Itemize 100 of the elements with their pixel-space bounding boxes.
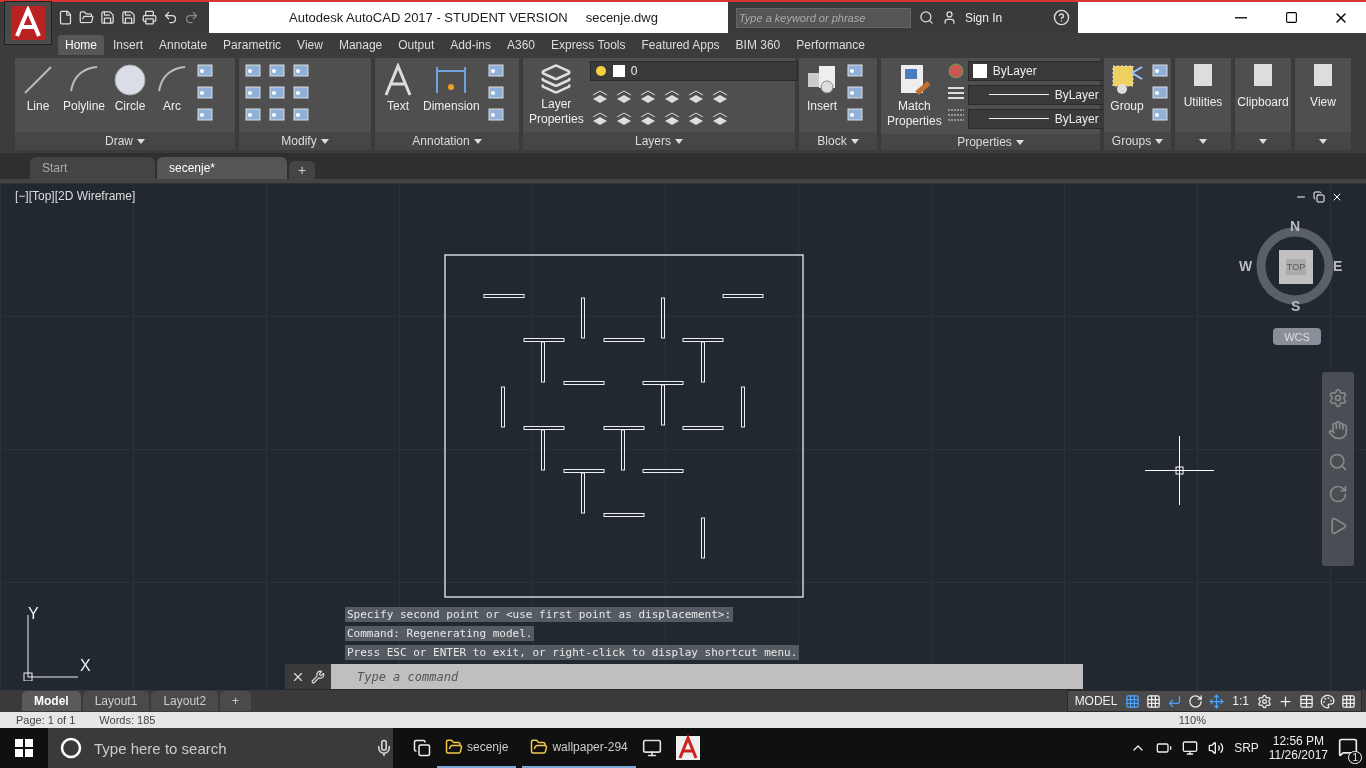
file-tab[interactable]: Start — [30, 157, 155, 179]
viewport-controls-label[interactable]: [−][Top][2D Wireframe] — [15, 189, 136, 203]
search-field[interactable]: Type a keyword or phrase — [735, 7, 911, 28]
ribbon-tab[interactable]: View — [290, 35, 330, 55]
command-input[interactable]: Type a command — [331, 664, 1083, 689]
layout-tab[interactable]: Layout1 — [82, 691, 150, 711]
property-dropdown[interactable]: ByLayer — [967, 109, 1104, 129]
ribbon-tab[interactable]: Parametric — [216, 35, 289, 55]
ribbon-tab[interactable]: Performance — [789, 35, 872, 55]
ribbon-tab[interactable]: Express Tools — [544, 35, 633, 55]
ribbon-tab[interactable]: A360 — [500, 35, 542, 55]
compass-east-label[interactable]: E — [1333, 258, 1343, 274]
ribbon-panel-button[interactable]: View — [1308, 93, 1338, 112]
color-swatch-icon — [612, 65, 625, 77]
layout-tab[interactable]: Layout2 — [151, 691, 219, 711]
close-icon[interactable] — [1331, 191, 1343, 203]
panel-title-button[interactable]: Block — [799, 132, 877, 150]
ribbon-tab[interactable]: Add-ins — [443, 35, 498, 55]
save-as-icon[interactable] — [121, 10, 136, 25]
user-icon[interactable] — [941, 10, 957, 25]
panel-caret-button[interactable] — [1235, 132, 1291, 150]
ribbon-tab[interactable]: Output — [391, 35, 442, 55]
ribbon-tab[interactable]: Annotate — [152, 35, 215, 55]
notification-count: 1 — [1348, 750, 1362, 764]
caret-icon — [320, 138, 329, 144]
ribbon-tool-button[interactable]: Polyline — [61, 61, 108, 116]
palette-icon[interactable] — [1320, 693, 1335, 709]
ribbon-tab[interactable]: Featured Apps — [634, 35, 727, 55]
taskbar-search[interactable]: Type here to search — [48, 728, 393, 768]
compass-north-label[interactable]: N — [1290, 218, 1301, 234]
ribbon-tab[interactable]: Insert — [106, 35, 151, 55]
new-file-icon[interactable] — [58, 10, 73, 25]
taskbar-search-field[interactable]: Type here to search — [92, 738, 365, 758]
ribbon-tab[interactable]: Home — [58, 35, 104, 55]
print-icon[interactable] — [142, 10, 157, 25]
new-tab-button[interactable]: + — [289, 161, 315, 179]
application-menu-button[interactable] — [4, 0, 52, 45]
maximize-icon — [1284, 11, 1298, 24]
ribbon-tool-button[interactable]: Line — [19, 61, 57, 116]
property-dropdown[interactable]: ByLayer — [967, 85, 1104, 105]
panel-caret-button[interactable] — [1175, 132, 1231, 150]
microphone-icon[interactable] — [375, 739, 393, 757]
ribbon-panel-button[interactable]: Clipboard — [1235, 93, 1291, 112]
clock[interactable]: 12:56 PM 11/26/2017 — [1268, 734, 1328, 762]
panel-title-button[interactable]: Annotation — [375, 132, 519, 150]
ribbon-tool-button[interactable]: Text — [379, 61, 417, 116]
layer-dropdown[interactable]: 0 — [589, 61, 798, 81]
panel-caret-button[interactable] — [1295, 132, 1351, 150]
ribbon-tab[interactable]: Manage — [331, 35, 390, 55]
ribbon-tool-button[interactable]: Insert — [803, 61, 841, 116]
redo-icon[interactable] — [184, 10, 199, 25]
help-icon[interactable] — [1052, 9, 1070, 26]
panel-title-button[interactable]: Modify — [239, 132, 371, 150]
save-icon[interactable] — [100, 10, 115, 25]
grid-icon[interactable] — [1125, 693, 1141, 709]
compass-west-label[interactable]: W — [1239, 258, 1253, 274]
layout-tab[interactable]: Model — [22, 691, 81, 711]
settings-icon[interactable] — [1257, 693, 1272, 709]
file-tab[interactable]: secenje* — [157, 157, 287, 179]
language-indicator[interactable]: SRP — [1234, 741, 1259, 755]
taskbar-item[interactable]: secenje — [437, 728, 517, 768]
panel-title-button[interactable]: Layers — [523, 132, 795, 150]
caret-icon — [1199, 138, 1207, 144]
panel-title-button[interactable]: Draw — [15, 132, 235, 150]
new-layout-button[interactable]: + — [220, 691, 252, 711]
volume-icon[interactable] — [1208, 740, 1225, 756]
ribbon-tool-button[interactable]: Circle — [111, 61, 150, 116]
linetype-icon — [947, 107, 964, 123]
panel-title-button[interactable]: Groups — [1104, 132, 1171, 150]
ribbon-tool-button[interactable]: Dimension — [421, 61, 482, 116]
property-dropdown[interactable]: ByLayer — [967, 61, 1104, 81]
panel-title-button[interactable]: Properties — [881, 134, 1100, 150]
sign-in-link[interactable]: Sign In — [964, 10, 1045, 25]
caret-icon — [1259, 138, 1267, 144]
battery-icon[interactable] — [1156, 740, 1173, 756]
task-view-icon[interactable] — [413, 739, 431, 757]
table-icon[interactable] — [1299, 693, 1314, 709]
ribbon-tool-button[interactable]: Group — [1108, 61, 1146, 116]
plus-icon[interactable] — [1278, 693, 1293, 709]
ribbon-tool-button[interactable]: Arc — [153, 61, 192, 116]
wrench-icon[interactable] — [311, 669, 325, 684]
caret-icon — [137, 138, 145, 144]
model-space-button[interactable]: MODEL — [1072, 694, 1120, 708]
scale-button[interactable]: 1:1 — [1230, 694, 1251, 708]
open-folder-icon[interactable] — [79, 10, 94, 25]
taskbar-item[interactable]: wallpaper-294 — [522, 728, 636, 768]
ribbon-tool-button[interactable]: Match Properties — [885, 61, 944, 131]
snap-icon[interactable] — [1146, 693, 1162, 709]
lightbulb-icon — [594, 65, 607, 77]
network-icon[interactable] — [1182, 740, 1199, 756]
lineweight-icon — [947, 85, 964, 101]
ribbon-panel-button[interactable]: Utilities — [1181, 93, 1225, 112]
caret-icon — [675, 138, 683, 144]
restore-icon[interactable] — [1313, 191, 1325, 203]
group-icon — [1110, 63, 1144, 97]
ribbon-tool-button[interactable]: Layer Properties — [527, 61, 586, 129]
minimize-icon — [1235, 16, 1247, 19]
compass-south-label[interactable]: S — [1291, 298, 1301, 314]
ribbon-tab[interactable]: BIM 360 — [728, 35, 788, 55]
undo-icon[interactable] — [163, 10, 178, 25]
